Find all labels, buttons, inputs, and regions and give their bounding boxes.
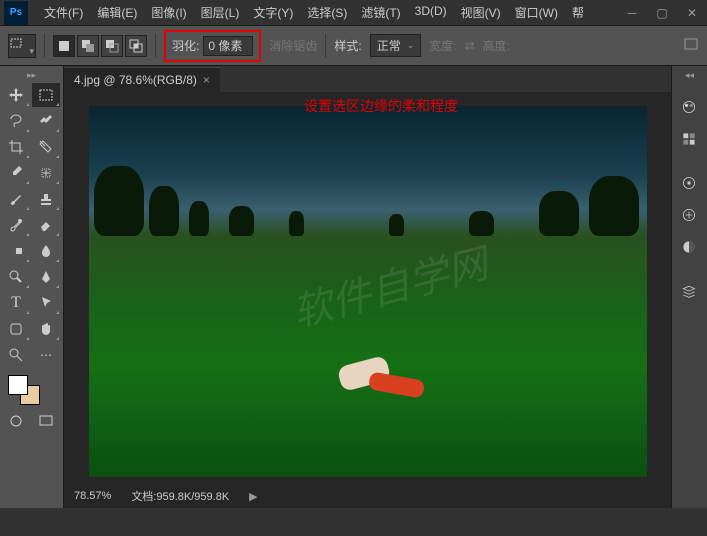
- quick-select-tool[interactable]: [32, 109, 60, 133]
- screenmode-icon[interactable]: [32, 411, 60, 431]
- menu-type[interactable]: 文字(Y): [247, 0, 299, 25]
- minimize-button[interactable]: ─: [617, 0, 647, 26]
- swatches-panel-icon[interactable]: [674, 125, 704, 153]
- tab-title: 4.jpg @ 78.6%(RGB/8): [74, 73, 197, 87]
- style-dropdown[interactable]: 正常 ⌄: [370, 34, 422, 57]
- shape-tool[interactable]: [2, 317, 30, 341]
- eraser-tool[interactable]: [32, 213, 60, 237]
- type-tool[interactable]: T: [2, 291, 30, 315]
- menu-select[interactable]: 选择(S): [301, 0, 353, 25]
- pen-tool[interactable]: [32, 265, 60, 289]
- spot-heal-tool[interactable]: [32, 161, 60, 185]
- zoom-tool[interactable]: [2, 343, 30, 367]
- menu-image[interactable]: 图像(I): [145, 0, 192, 25]
- photoshop-logo: Ps: [4, 1, 28, 25]
- edit-toolbar[interactable]: ⋯: [32, 343, 60, 367]
- color-swatches[interactable]: [2, 373, 61, 407]
- canvas[interactable]: 软件自学网: [64, 92, 671, 484]
- menu-filter[interactable]: 滤镜(T): [355, 0, 406, 25]
- width-label: 宽度:: [429, 37, 456, 54]
- annotation-text: 设置选区边缘的柔和程度: [304, 96, 458, 116]
- layers-panel-icon[interactable]: [674, 277, 704, 305]
- adjustments-panel-icon[interactable]: [674, 233, 704, 261]
- status-bar: 78.57% 文档:959.8K/959.8K ▶: [64, 484, 671, 508]
- eyedropper-tool[interactable]: [2, 161, 30, 185]
- selection-subtract-icon[interactable]: [101, 35, 123, 57]
- right-panel-dock: ◂◂: [671, 66, 707, 508]
- menu-window[interactable]: 窗口(W): [509, 0, 564, 25]
- blur-tool[interactable]: [32, 239, 60, 263]
- watermark: 软件自学网: [284, 231, 492, 339]
- selection-intersect-icon[interactable]: [125, 35, 147, 57]
- selection-add-icon[interactable]: [77, 35, 99, 57]
- menu-edit[interactable]: 编辑(E): [91, 0, 143, 25]
- panel-toggle-icon[interactable]: [683, 36, 699, 55]
- doc-info-value: 959.8K/959.8K: [156, 491, 229, 503]
- slice-tool[interactable]: [32, 135, 60, 159]
- lasso-tool[interactable]: [2, 109, 30, 133]
- libraries-panel-icon[interactable]: [674, 201, 704, 229]
- quickmask-icon[interactable]: [2, 411, 30, 431]
- foreground-color[interactable]: [8, 375, 28, 395]
- brush-tool[interactable]: [2, 187, 30, 211]
- bottom-bar: [0, 508, 707, 536]
- chevron-down-icon: ⌄: [407, 40, 415, 51]
- hand-tool[interactable]: [32, 317, 60, 341]
- document-tab[interactable]: 4.jpg @ 78.6%(RGB/8) ×: [64, 67, 220, 92]
- marquee-tool[interactable]: [32, 83, 60, 107]
- history-brush-tool[interactable]: [2, 213, 30, 237]
- dodge-tool[interactable]: [2, 265, 30, 289]
- menu-file[interactable]: 文件(F): [38, 0, 89, 25]
- style-label: 样式:: [334, 37, 361, 54]
- path-select-tool[interactable]: [32, 291, 60, 315]
- move-tool[interactable]: [2, 83, 30, 107]
- close-button[interactable]: ✕: [677, 0, 707, 26]
- antialias-label: 消除锯齿: [269, 37, 317, 54]
- document-image: 软件自学网: [89, 106, 647, 477]
- menu-layer[interactable]: 图层(L): [195, 0, 246, 25]
- current-tool-indicator[interactable]: ▾: [8, 34, 36, 58]
- crop-tool[interactable]: [2, 135, 30, 159]
- menu-help[interactable]: 帮: [566, 0, 590, 25]
- feather-input[interactable]: [203, 36, 253, 56]
- height-label: 高度:: [483, 37, 510, 54]
- panel-handle[interactable]: ◂◂: [674, 70, 705, 81]
- menubar: 文件(F) 编辑(E) 图像(I) 图层(L) 文字(Y) 选择(S) 滤镜(T…: [38, 0, 590, 25]
- toolbox-handle[interactable]: ▸▸: [2, 70, 61, 81]
- toolbox: ▸▸: [0, 66, 64, 508]
- zoom-level[interactable]: 78.57%: [74, 490, 111, 502]
- gradient-tool[interactable]: [2, 239, 30, 263]
- stamp-tool[interactable]: [32, 187, 60, 211]
- doc-info-label: 文档:: [131, 491, 156, 503]
- style-value: 正常: [377, 37, 401, 54]
- info-arrow-icon[interactable]: ▶: [249, 490, 257, 503]
- learn-panel-icon[interactable]: [674, 169, 704, 197]
- menu-view[interactable]: 视图(V): [455, 0, 507, 25]
- selection-new-icon[interactable]: [53, 35, 75, 57]
- options-bar: ▾ 羽化: 消除锯齿 样式: 正常 ⌄ 宽度: ⇄ 高度:: [0, 26, 707, 66]
- person-figure: [319, 351, 439, 421]
- color-panel-icon[interactable]: [674, 93, 704, 121]
- tab-close-icon[interactable]: ×: [203, 73, 210, 87]
- menu-3d[interactable]: 3D(D): [409, 0, 453, 25]
- feather-highlight-box: 羽化:: [164, 30, 261, 62]
- maximize-button[interactable]: ▢: [647, 0, 677, 26]
- feather-label: 羽化:: [172, 37, 199, 54]
- swap-icon: ⇄: [465, 39, 475, 53]
